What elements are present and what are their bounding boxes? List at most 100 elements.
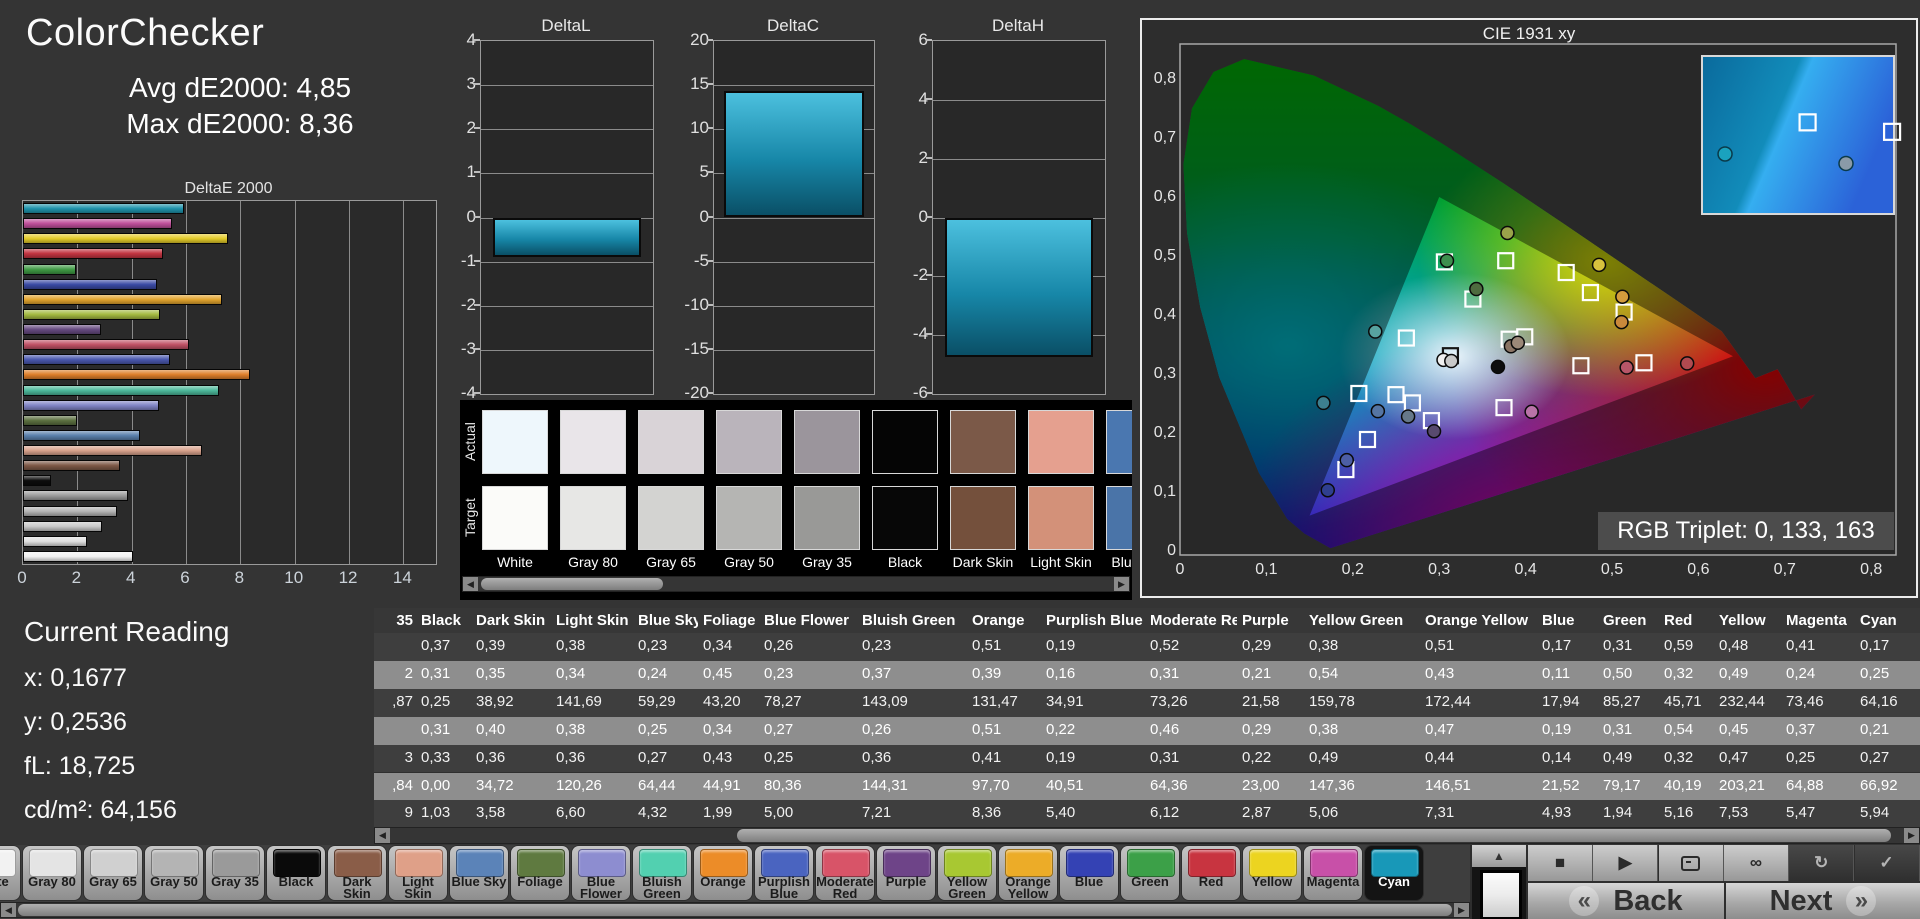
patch-button-light-skin[interactable]: Light Skin xyxy=(389,846,447,900)
patch-button-dark-skin[interactable]: Dark Skin xyxy=(328,846,386,900)
scroll-left-icon[interactable]: ◀ xyxy=(375,828,390,843)
table-cell: 0,48 xyxy=(1719,637,1749,654)
patch-button-orange[interactable]: Orange xyxy=(694,846,752,900)
cie-y-tick-label: 0,4 xyxy=(1153,306,1176,323)
patch-button-cyan[interactable]: Cyan xyxy=(1365,846,1423,900)
table-cell: 0,38 xyxy=(1309,720,1339,738)
table-cell: 0,26 xyxy=(862,720,892,738)
table-cell: 0,45 xyxy=(1719,720,1749,738)
table-cell: 4,93 xyxy=(1542,804,1572,822)
patch-button-red[interactable]: Red xyxy=(1182,846,1240,900)
table-cell: 43,20 xyxy=(703,692,741,710)
patch-button-magenta[interactable]: Magenta xyxy=(1304,846,1362,900)
scroll-right-icon[interactable]: ▶ xyxy=(1454,903,1469,917)
patch-button-yellow-green[interactable]: Yellow Green xyxy=(938,846,996,900)
patch-button-blue-flower[interactable]: Blue Flower xyxy=(572,846,630,900)
cie-measurement-marker xyxy=(1490,359,1506,375)
table-cell: 85,27 xyxy=(1603,692,1641,710)
table-cell: 0,36 xyxy=(556,748,586,766)
table-cell: 66,92 xyxy=(1860,776,1898,794)
table-cell: 146,51 xyxy=(1425,776,1471,794)
patch-button-purplish-blue[interactable]: Purplish Blue xyxy=(755,846,813,900)
cie-x-tick-label: 0 xyxy=(1175,561,1185,578)
loop-button[interactable]: ∞ xyxy=(1723,845,1789,881)
patch-button-blue[interactable]: Blue xyxy=(1060,846,1118,900)
patch-button-green[interactable]: Green xyxy=(1121,846,1179,900)
mini-y-tick-mark xyxy=(926,392,932,394)
delta-bar-deltaH xyxy=(945,217,1093,358)
table-cell: 0,37 xyxy=(1786,720,1816,738)
patch-button-bluish-green[interactable]: Bluish Green xyxy=(633,846,691,900)
cie-y-tick-label: 0,3 xyxy=(1153,365,1176,382)
back-button[interactable]: « Back xyxy=(1528,883,1724,919)
mini-chart-title-deltaH: DeltaH xyxy=(992,16,1044,35)
next-button[interactable]: Next » xyxy=(1726,883,1920,919)
patch-button-purple[interactable]: Purple xyxy=(877,846,935,900)
patch-strip-scrollbar[interactable]: ◀ ▶ xyxy=(0,902,1470,918)
swatch-column-label: Gray 50 xyxy=(724,554,774,570)
table-cell: 0,36 xyxy=(862,748,892,766)
patch-button-black[interactable]: Black xyxy=(267,846,325,900)
swatch-panel-scrollbar[interactable]: ◀ ▶ xyxy=(462,576,1130,592)
patch-button-foliage[interactable]: Foliage xyxy=(511,846,569,900)
table-cell: 0,32 xyxy=(1664,748,1694,766)
mini-gridline xyxy=(481,85,653,87)
deltaE2000-x-axis: 0 2 4 6 8 10 12 14 xyxy=(17,568,462,590)
deltaE-bar-bluish-green xyxy=(23,384,219,396)
patch-button-orange-yellow[interactable]: Orange Yellow xyxy=(999,846,1057,900)
table-cell: 34,72 xyxy=(476,776,514,794)
mini-y-tick-mark xyxy=(707,215,713,218)
table-horizontal-scrollbar[interactable]: ◀ ▶ xyxy=(374,827,1920,844)
patch-button-gray-65[interactable]: Gray 65 xyxy=(84,846,142,900)
table-scrollbar-thumb[interactable] xyxy=(737,829,1891,842)
actual-swatch-gray-50 xyxy=(716,410,782,474)
strip-scrollbar-thumb[interactable] xyxy=(18,904,1452,916)
mini-y-tick-label: -1 xyxy=(460,250,476,270)
table-cell: 232,44 xyxy=(1719,692,1765,710)
confirm-icon: ✓ xyxy=(1879,853,1894,872)
patch-button-label: Blue xyxy=(1074,874,1104,889)
patch-button-white[interactable]: White xyxy=(0,846,20,900)
table-cell: Red xyxy=(1664,612,1693,629)
table-cell: 0,17 xyxy=(1542,637,1572,654)
play-button[interactable]: ▶ xyxy=(1593,845,1659,881)
cie-x-tick-label: 0,4 xyxy=(1514,561,1537,578)
patch-button-gray-80[interactable]: Gray 80 xyxy=(23,846,81,900)
table-cell: 0,19 xyxy=(1046,637,1076,654)
patch-button-yellow[interactable]: Yellow xyxy=(1243,846,1301,900)
table-cell: 3 xyxy=(404,748,413,766)
pattern-up-button[interactable]: ▲ xyxy=(1472,845,1526,867)
cie-measurement-marker xyxy=(1426,423,1442,439)
table-row: 3 0,33 0,36 0,36 0,27 0,43 0,25 0,36 0,41 0,19 0,3… xyxy=(374,744,1920,773)
mini-y-tick-mark xyxy=(474,392,480,394)
table-cell: 0,16 xyxy=(1046,664,1076,682)
patch-button-label: Magenta xyxy=(1306,874,1360,889)
table-cell: 0,34 xyxy=(703,637,733,654)
table-cell: Moderate Red xyxy=(1150,612,1237,629)
table-cell: 0,44 xyxy=(1425,748,1455,766)
table-cell: 0,29 xyxy=(1242,720,1272,738)
scroll-right-icon[interactable]: ▶ xyxy=(1904,828,1919,843)
target-swatch-gray-35 xyxy=(794,486,860,550)
table-cell: 0,54 xyxy=(1664,720,1694,738)
swatch-scrollbar-thumb[interactable] xyxy=(481,578,663,590)
stop-button[interactable]: ■ xyxy=(1528,845,1593,881)
table-cell: 141,69 xyxy=(556,692,602,710)
confirm-button[interactable]: ✓ xyxy=(1854,845,1920,881)
patch-button-gray-35[interactable]: Gray 35 xyxy=(206,846,264,900)
pattern-preview-well xyxy=(1472,867,1526,919)
scroll-right-icon[interactable]: ▶ xyxy=(1114,577,1129,591)
patch-button-blue-sky[interactable]: Blue Sky xyxy=(450,846,508,900)
table-cell: 0,27 xyxy=(764,720,794,738)
table-cell: 73,46 xyxy=(1786,692,1824,710)
scroll-left-icon[interactable]: ◀ xyxy=(463,577,478,591)
table-cell: 0,49 xyxy=(1719,664,1749,682)
pattern-window-button[interactable] xyxy=(1658,845,1724,881)
patch-button-gray-50[interactable]: Gray 50 xyxy=(145,846,203,900)
table-cell: 64,16 xyxy=(1860,692,1898,710)
mini-gridline xyxy=(714,305,874,307)
mini-y-tick-mark xyxy=(474,171,480,174)
scroll-left-icon[interactable]: ◀ xyxy=(1,903,16,917)
patch-button-moderate-red[interactable]: Moderate Red xyxy=(816,846,874,900)
refresh-button[interactable]: ↻ xyxy=(1789,845,1855,881)
